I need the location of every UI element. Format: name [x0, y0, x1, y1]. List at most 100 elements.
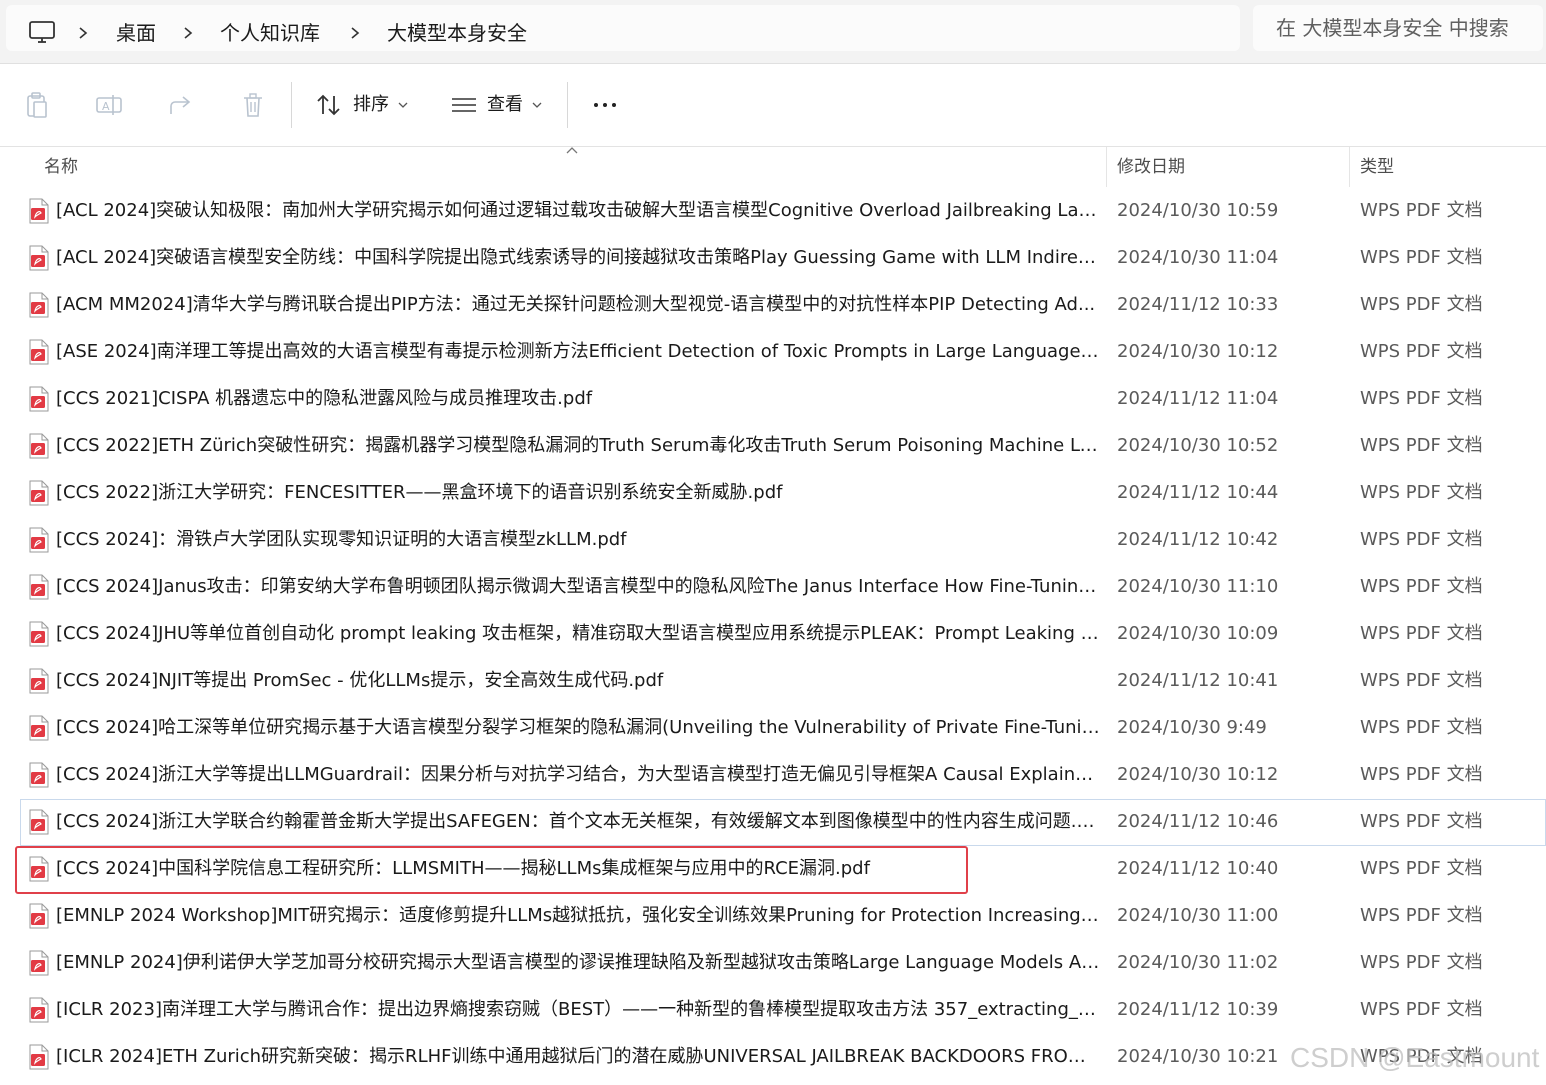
file-row[interactable]: [CCS 2024]JHU等单位首创自动化 prompt leaking 攻击框… [20, 611, 1546, 658]
delete-icon[interactable] [238, 90, 268, 120]
file-row[interactable]: [CCS 2024]中国科学院信息工程研究所：LLMSMITH——揭秘LLMs集… [15, 846, 1546, 894]
file-name[interactable]: [CCS 2024]中国科学院信息工程研究所：LLMSMITH——揭秘LLMs集… [56, 856, 1101, 882]
view-icon[interactable] [449, 90, 479, 120]
pdf-file-icon [28, 1044, 50, 1070]
file-name[interactable]: [CCS 2024]哈工深等单位研究揭示基于大语言模型分裂学习框架的隐私漏洞(U… [56, 715, 1101, 741]
file-date: 2024/10/30 10:21 [1117, 1046, 1279, 1067]
chevron-right-icon[interactable] [181, 18, 195, 48]
column-divider[interactable] [1349, 147, 1350, 187]
file-date: 2024/11/12 10:41 [1117, 670, 1279, 691]
file-name[interactable]: [EMNLP 2024 Workshop]MIT研究揭示：适度修剪提升LLMs越… [56, 903, 1101, 929]
pdf-file-icon [28, 292, 50, 318]
file-row[interactable]: [CCS 2022]ETH Zürich突破性研究：揭露机器学习模型隐私漏洞的T… [20, 423, 1546, 470]
file-row[interactable]: [ICLR 2023]南洋理工大学与腾讯合作：提出边界熵搜索窃贼（BEST）——… [20, 987, 1546, 1034]
file-name[interactable]: [ACL 2024]突破认知极限：南加州大学研究揭示如何通过逻辑过载攻击破解大型… [56, 198, 1101, 224]
file-date: 2024/10/30 11:04 [1117, 247, 1279, 268]
pdf-file-icon [28, 386, 50, 412]
chevron-right-icon[interactable] [348, 18, 362, 48]
rename-icon[interactable]: A [94, 90, 124, 120]
sort-icon[interactable] [314, 90, 344, 120]
file-name[interactable]: [ACM MM2024]清华大学与腾讯联合提出PIP方法：通过无关探针问题检测大… [56, 292, 1101, 318]
chevron-right-icon[interactable] [76, 18, 90, 48]
file-type: WPS PDF 文档 [1360, 999, 1483, 1020]
file-row[interactable]: [ACL 2024]突破认知极限：南加州大学研究揭示如何通过逻辑过载攻击破解大型… [20, 188, 1546, 235]
pdf-file-icon [28, 762, 50, 788]
file-date: 2024/11/12 10:46 [1117, 811, 1279, 832]
file-row[interactable]: [CCS 2021]CISPA 机器遗忘中的隐私泄露风险与成员推理攻击.pdf 2… [20, 376, 1546, 423]
file-date: 2024/10/30 10:59 [1117, 200, 1279, 221]
file-row[interactable]: [CCS 2024]浙江大学联合约翰霍普金斯大学提出SAFEGEN：首个文本无关… [20, 799, 1546, 846]
file-name[interactable]: [CCS 2024]浙江大学等提出LLMGuardrail：因果分析与对抗学习结… [56, 762, 1101, 788]
file-name[interactable]: [CCS 2024]Janus攻击：印第安纳大学布鲁明顿团队揭示微调大型语言模型… [56, 574, 1101, 600]
file-date: 2024/11/12 10:44 [1117, 482, 1279, 503]
file-name[interactable]: [ICLR 2023]南洋理工大学与腾讯合作：提出边界熵搜索窃贼（BEST）——… [56, 997, 1101, 1023]
search-box[interactable]: 在 大模型本身安全 中搜索 [1253, 5, 1543, 51]
pdf-file-icon [28, 950, 50, 976]
file-row[interactable]: [CCS 2024]浙江大学等提出LLMGuardrail：因果分析与对抗学习结… [20, 752, 1546, 799]
pdf-file-icon [28, 715, 50, 741]
pdf-file-icon [28, 668, 50, 694]
file-row[interactable]: [EMNLP 2024]伊利诺伊大学芝加哥分校研究揭示大型语言模型的谬误推理缺陷… [20, 940, 1546, 987]
file-name[interactable]: [ICLR 2024]ETH Zurich研究新突破：揭示RLHF训练中通用越狱… [56, 1044, 1101, 1070]
breadcrumb-knowledge-base[interactable]: 个人知识库 [220, 18, 320, 48]
file-date: 2024/11/12 11:04 [1117, 388, 1279, 409]
file-name[interactable]: [CCS 2022]浙江大学研究：FENCESITTER——黑盒环境下的语音识别… [56, 480, 1101, 506]
file-date: 2024/10/30 10:12 [1117, 341, 1279, 362]
file-row[interactable]: [CCS 2024]哈工深等单位研究揭示基于大语言模型分裂学习框架的隐私漏洞(U… [20, 705, 1546, 752]
share-icon[interactable] [166, 90, 196, 120]
breadcrumb-current-folder[interactable]: 大模型本身安全 [387, 18, 527, 48]
file-date: 2024/10/30 11:02 [1117, 952, 1279, 973]
file-name[interactable]: [CCS 2024]：滑铁卢大学团队实现零知识证明的大语言模型zkLLM.pdf [56, 527, 1101, 553]
file-row[interactable]: [ACM MM2024]清华大学与腾讯联合提出PIP方法：通过无关探针问题检测大… [20, 282, 1546, 329]
file-type: WPS PDF 文档 [1360, 294, 1483, 315]
file-date: 2024/11/12 10:40 [1117, 858, 1279, 879]
pdf-file-icon [28, 245, 50, 271]
file-type: WPS PDF 文档 [1360, 341, 1483, 362]
view-button[interactable]: 查看 [487, 90, 523, 120]
file-row[interactable]: [CCS 2024]NJIT等提出 PromSec - 优化LLMs提示，安全高… [20, 658, 1546, 705]
address-bar[interactable]: 桌面 个人知识库 大模型本身安全 [6, 5, 1240, 51]
pdf-file-icon [28, 903, 50, 929]
pdf-file-icon [28, 433, 50, 459]
file-row[interactable]: [EMNLP 2024 Workshop]MIT研究揭示：适度修剪提升LLMs越… [20, 893, 1546, 940]
column-header-date[interactable]: 修改日期 [1117, 155, 1185, 179]
file-name[interactable]: [CCS 2021]CISPA 机器遗忘中的隐私泄露风险与成员推理攻击.pdf [56, 386, 1101, 412]
column-header-type[interactable]: 类型 [1360, 155, 1394, 179]
file-name[interactable]: [CCS 2024]NJIT等提出 PromSec - 优化LLMs提示，安全高… [56, 668, 1101, 694]
file-row[interactable]: [CCS 2024]：滑铁卢大学团队实现零知识证明的大语言模型zkLLM.pdf… [20, 517, 1546, 564]
file-row[interactable]: [CCS 2022]浙江大学研究：FENCESITTER——黑盒环境下的语音识别… [20, 470, 1546, 517]
watermark: CSDN @Eastmount [1290, 1042, 1540, 1073]
breadcrumb-desktop[interactable]: 桌面 [116, 18, 156, 48]
paste-icon[interactable] [22, 90, 52, 120]
file-row[interactable]: [CCS 2024]Janus攻击：印第安纳大学布鲁明顿团队揭示微调大型语言模型… [20, 564, 1546, 611]
file-date: 2024/11/12 10:33 [1117, 294, 1279, 315]
pdf-file-icon [28, 339, 50, 365]
computer-icon[interactable] [26, 18, 58, 48]
file-type: WPS PDF 文档 [1360, 905, 1483, 926]
search-input[interactable]: 在 大模型本身安全 中搜索 [1276, 13, 1509, 43]
file-name[interactable]: [CCS 2022]ETH Zürich突破性研究：揭露机器学习模型隐私漏洞的T… [56, 433, 1101, 459]
file-name[interactable]: [ASE 2024]南洋理工等提出高效的大语言模型有毒提示检测新方法Effici… [56, 339, 1101, 365]
file-name[interactable]: [CCS 2024]浙江大学联合约翰霍普金斯大学提出SAFEGEN：首个文本无关… [56, 809, 1101, 835]
file-name[interactable]: [ACL 2024]突破语言模型安全防线：中国科学院提出隐式线索诱导的间接越狱攻… [56, 245, 1101, 271]
file-type: WPS PDF 文档 [1360, 200, 1483, 221]
address-bar-area: 桌面 个人知识库 大模型本身安全 在 大模型本身安全 中搜索 [0, 0, 1546, 64]
file-row[interactable]: [ACL 2024]突破语言模型安全防线：中国科学院提出隐式线索诱导的间接越狱攻… [20, 235, 1546, 282]
file-type: WPS PDF 文档 [1360, 670, 1483, 691]
column-divider[interactable] [1106, 147, 1107, 187]
file-name[interactable]: [CCS 2024]JHU等单位首创自动化 prompt leaking 攻击框… [56, 621, 1101, 647]
pdf-file-icon [28, 997, 50, 1023]
file-type: WPS PDF 文档 [1360, 247, 1483, 268]
file-type: WPS PDF 文档 [1360, 764, 1483, 785]
file-date: 2024/10/30 11:10 [1117, 576, 1279, 597]
file-type: WPS PDF 文档 [1360, 717, 1483, 738]
file-name[interactable]: [EMNLP 2024]伊利诺伊大学芝加哥分校研究揭示大型语言模型的谬误推理缺陷… [56, 950, 1101, 976]
column-header-name[interactable]: 名称 [44, 155, 78, 179]
file-date: 2024/10/30 9:49 [1117, 717, 1267, 738]
svg-text:A: A [102, 100, 110, 113]
more-options-icon[interactable] [590, 90, 620, 120]
file-row[interactable]: [ASE 2024]南洋理工等提出高效的大语言模型有毒提示检测新方法Effici… [20, 329, 1546, 376]
chevron-down-icon[interactable] [398, 100, 408, 110]
chevron-down-icon[interactable] [532, 100, 542, 110]
sort-button[interactable]: 排序 [353, 90, 389, 120]
